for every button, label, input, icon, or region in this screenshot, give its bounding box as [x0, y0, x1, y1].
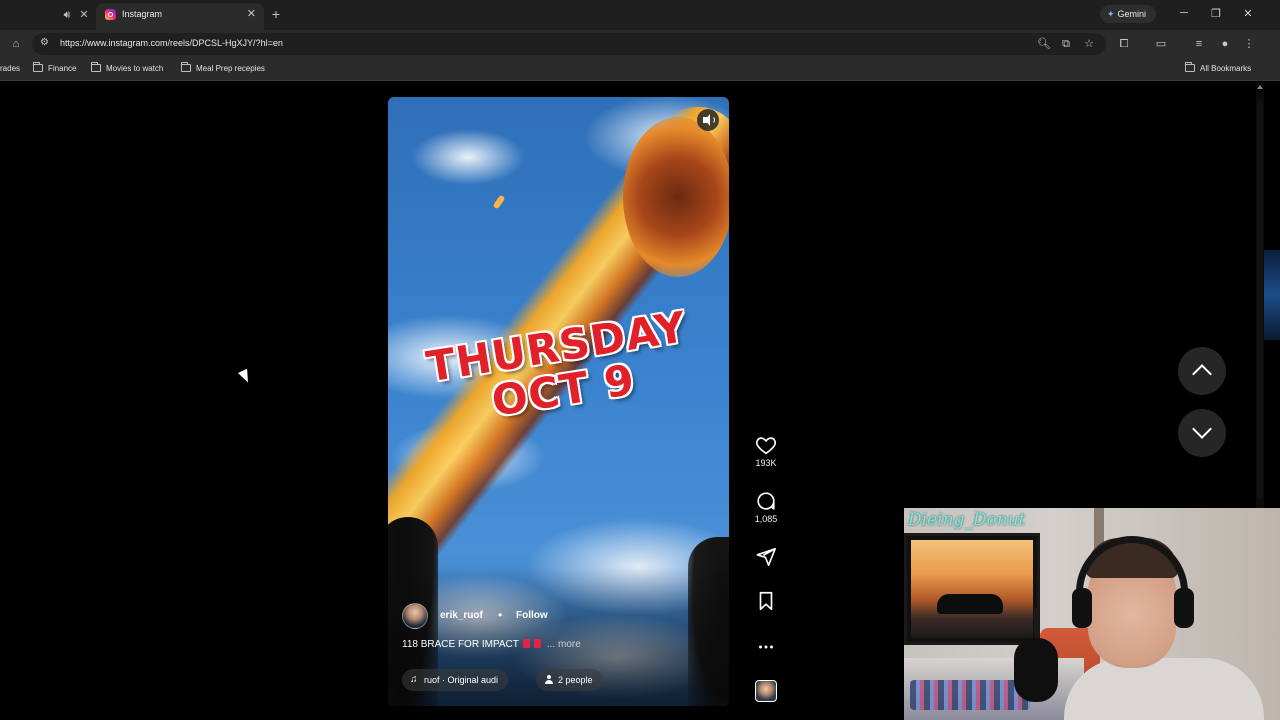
gemini-label: Gemini	[1117, 9, 1147, 19]
install-app-icon[interactable]: ⧉	[1058, 36, 1074, 52]
desktop-wallpaper-edge	[1264, 250, 1280, 340]
tagged-people-button[interactable]: 2 people	[536, 669, 603, 691]
comment-action[interactable]: 1,085	[750, 490, 782, 524]
headset-ear-right	[1174, 588, 1194, 628]
window-close-icon[interactable]: ✕	[1240, 7, 1256, 20]
tab-title: Instagram	[122, 9, 163, 19]
reel-video[interactable]: THURSDAY OCT 9 erik_ruof • Follow 118 BR…	[388, 97, 729, 706]
browser-toolbar: ⌂ ⚙︎ https://www.instagram.com/reels/DPC…	[0, 30, 1280, 58]
reel-actions: 193K 1,085	[750, 430, 782, 706]
share-action[interactable]	[750, 546, 782, 568]
red-emoji-icon	[522, 639, 530, 648]
sound-wave-icon	[710, 116, 715, 124]
url-text[interactable]: https://www.instagram.com/reels/DPCSL-Hg…	[60, 38, 283, 48]
side-panel-icon[interactable]: ▭	[1153, 36, 1169, 52]
tab-instagram[interactable]: Instagram ✕	[96, 3, 264, 30]
original-audio-link[interactable]: ♫ ruof · Original audi	[402, 669, 509, 691]
profile-icon[interactable]: ●	[1217, 36, 1233, 52]
comment-icon[interactable]	[755, 490, 777, 512]
folder-icon	[181, 62, 191, 72]
like-action[interactable]: 193K	[750, 434, 782, 468]
meteor-spark	[492, 194, 506, 210]
folder-icon	[91, 62, 101, 72]
chevron-down-icon	[1192, 419, 1212, 439]
caption-text: 118 BRACE FOR IMPACT	[402, 639, 519, 650]
monitor-screen	[911, 540, 1033, 638]
music-note-icon: ♫	[410, 674, 418, 685]
bookmark-finance[interactable]: Finance	[33, 62, 77, 73]
person-icon	[545, 675, 553, 685]
audio-source-avatar[interactable]	[755, 680, 777, 702]
previous-tab[interactable]: 🔊︎ ✕	[0, 0, 96, 30]
folder-icon	[1185, 62, 1195, 72]
extensions-icon[interactable]: ⧠	[1116, 36, 1132, 52]
speaker-icon[interactable]: 🔊︎	[60, 8, 74, 22]
scroll-up-arrow-icon[interactable]	[1257, 85, 1263, 89]
address-bar[interactable]: ⚙︎ https://www.instagram.com/reels/DPCSL…	[32, 33, 1106, 55]
bookmark-meal-prep[interactable]: Meal Prep recepies	[181, 62, 265, 73]
close-tab-icon[interactable]: ✕	[247, 7, 256, 20]
headset-ear-left	[1072, 588, 1092, 628]
more-horizontal-icon[interactable]	[755, 636, 777, 658]
meteor-head	[623, 117, 729, 277]
zoom-icon[interactable]: 🔍︎	[1036, 36, 1052, 52]
follow-button[interactable]: Follow	[512, 609, 552, 623]
gemini-button[interactable]: ✦ Gemini	[1100, 5, 1156, 23]
close-icon[interactable]: ✕	[77, 8, 91, 22]
separator-dot: •	[498, 608, 503, 622]
instagram-icon	[105, 9, 116, 20]
like-count: 193K	[755, 458, 777, 468]
folder-icon	[33, 62, 43, 72]
save-action[interactable]	[750, 590, 782, 612]
share-paper-plane-icon[interactable]	[755, 546, 777, 568]
tab-strip: 🔊︎ ✕ Instagram ✕ + ✦ Gemini ─ ❐ ✕	[0, 0, 1280, 30]
menu-kebab-icon[interactable]: ⋮	[1241, 36, 1257, 52]
bookmark-movies[interactable]: Movies to watch	[91, 62, 164, 73]
bookmark-label: Meal Prep recepies	[196, 64, 265, 73]
rgb-keyboard	[910, 680, 1030, 710]
site-info-icon[interactable]: ⚙︎	[40, 37, 49, 48]
bookmark-icon[interactable]	[755, 590, 777, 612]
video-headline: THURSDAY OCT 9	[405, 302, 715, 436]
more-options-action[interactable]	[750, 636, 782, 658]
gemini-spark-icon: ✦	[1107, 9, 1115, 19]
home-icon[interactable]: ⌂	[8, 36, 24, 52]
more-link[interactable]: ... more	[547, 639, 581, 650]
heart-icon[interactable]	[755, 434, 777, 456]
media-controls-icon[interactable]: ≡	[1191, 36, 1207, 52]
bookmark-label: Finance	[48, 64, 77, 73]
microphone	[1014, 638, 1058, 702]
minimize-icon[interactable]: ─	[1176, 7, 1192, 19]
author-username[interactable]: erik_ruof	[440, 610, 483, 621]
background-monitor	[904, 533, 1040, 645]
previous-reel-button[interactable]	[1178, 347, 1226, 395]
red-emoji-icon	[533, 639, 541, 648]
bookmarks-bar: rades Finance Movies to watch Meal Prep …	[0, 58, 1280, 81]
chevron-up-icon	[1192, 364, 1212, 384]
new-tab-button[interactable]: +	[268, 6, 284, 22]
reel-caption[interactable]: 118 BRACE FOR IMPACT ... more	[402, 639, 581, 650]
next-reel-button[interactable]	[1178, 409, 1226, 457]
scrollbar-thumb[interactable]	[1257, 100, 1263, 500]
audio-toggle-button[interactable]	[697, 109, 719, 131]
author-avatar[interactable]	[402, 603, 428, 629]
bookmark-label: Movies to watch	[106, 64, 164, 73]
restore-icon[interactable]: ❐	[1208, 7, 1224, 20]
car-silhouette	[937, 594, 1003, 614]
star-bookmark-icon[interactable]: ☆	[1081, 36, 1097, 52]
streamer-webcam: Dieing_Donut	[904, 508, 1280, 720]
comment-count: 1,085	[754, 514, 778, 524]
audio-label: ruof · Original audi	[424, 675, 499, 685]
speaker-icon	[703, 114, 710, 126]
bookmark-rades[interactable]: rades	[0, 64, 20, 73]
all-bookmarks-label: All Bookmarks	[1200, 64, 1252, 73]
people-label: 2 people	[558, 675, 593, 685]
streamer-handle: Dieing_Donut	[908, 510, 1026, 530]
streamer-body	[1064, 658, 1264, 720]
headset-band	[1076, 536, 1188, 618]
all-bookmarks[interactable]: All Bookmarks	[1185, 62, 1252, 73]
